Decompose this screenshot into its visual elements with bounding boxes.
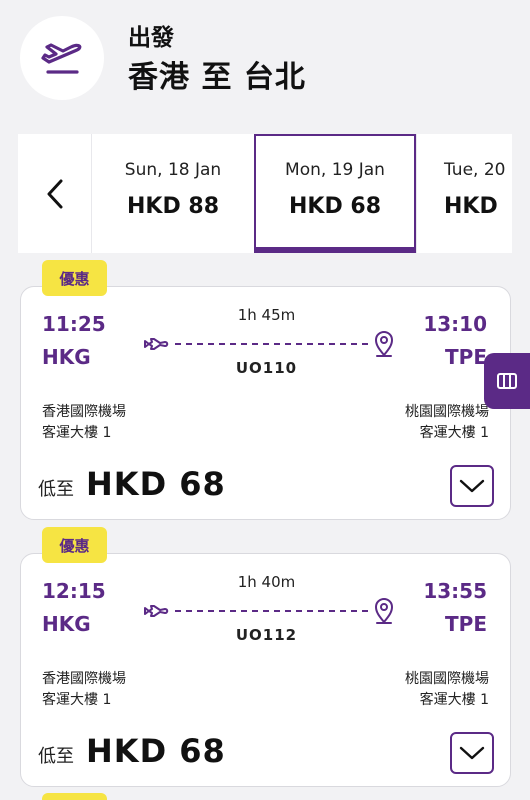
terminal: 客運大樓 1 <box>419 692 489 708</box>
flight-duration: 1h 45m <box>237 306 296 324</box>
route-line <box>144 330 393 357</box>
date-price: HKD <box>444 194 498 219</box>
previous-date-button[interactable] <box>18 134 92 253</box>
price-amount: HKD 68 <box>86 465 226 503</box>
flight-card[interactable]: 11:25 HKG 13:10 TPE 1h 45m UO110 香港國際機場 … <box>20 286 511 520</box>
date-option-tue-20[interactable]: Tue, 20 HKD <box>416 134 512 253</box>
location-pin-icon <box>374 597 393 624</box>
chevron-down-icon <box>459 746 485 760</box>
arrival-airport: 桃園國際機場 客運大樓 1 <box>405 669 489 711</box>
fare-price: 低至 HKD 68 <box>38 465 226 503</box>
flight-number: UO112 <box>235 626 298 644</box>
terminal: 客運大樓 1 <box>419 425 489 441</box>
route-title: 香港 至 台北 <box>128 60 306 95</box>
date-price: HKD 68 <box>289 194 381 219</box>
plane-departure-icon <box>20 16 104 100</box>
terminal: 客運大樓 1 <box>42 425 112 441</box>
date-label: Tue, 20 <box>444 160 506 180</box>
expand-button[interactable] <box>450 465 494 507</box>
airport-name: 香港國際機場 <box>42 671 126 687</box>
airport-name: 桃園國際機場 <box>405 404 489 420</box>
departure-airport: 香港國際機場 客運大樓 1 <box>42 669 126 711</box>
chevron-left-icon <box>47 179 62 208</box>
departure-airport: 香港國際機場 客運大樓 1 <box>42 402 126 444</box>
flight-number: UO110 <box>235 359 298 377</box>
chevron-down-icon <box>459 479 485 493</box>
date-option-sun-18-jan[interactable]: Sun, 18 Jan HKD 88 <box>92 134 254 253</box>
price-prefix: 低至 <box>38 746 74 767</box>
selected-indicator <box>254 247 416 253</box>
fare-price: 低至 HKD 68 <box>38 732 226 770</box>
date-price: HKD 88 <box>127 194 219 219</box>
plane-icon <box>144 338 169 350</box>
columns-icon <box>497 373 517 389</box>
flight-card[interactable]: 12:15 HKG 13:55 TPE 1h 40m UO112 香港國際機場 … <box>20 553 511 787</box>
page-header: 出發 香港 至 台北 <box>0 0 530 120</box>
promo-badge: 優惠 <box>42 260 107 296</box>
side-panel-tab[interactable] <box>484 353 530 409</box>
expand-button[interactable] <box>450 732 494 774</box>
route-line <box>144 597 393 624</box>
terminal: 客運大樓 1 <box>42 692 112 708</box>
plane-icon <box>144 605 169 617</box>
next-card-badge <box>42 793 107 800</box>
airport-name: 桃園國際機場 <box>405 671 489 687</box>
location-pin-icon <box>374 330 393 357</box>
arrival-airport: 桃園國際機場 客運大樓 1 <box>405 402 489 444</box>
departure-label: 出發 <box>128 25 174 51</box>
date-option-mon-19-jan[interactable]: Mon, 19 Jan HKD 68 <box>254 134 416 253</box>
date-selector: Sun, 18 Jan HKD 88 Mon, 19 Jan HKD 68 Tu… <box>18 134 512 253</box>
date-label: Sun, 18 Jan <box>124 160 222 180</box>
flight-duration: 1h 40m <box>237 573 296 591</box>
date-label: Mon, 19 Jan <box>285 160 385 180</box>
price-amount: HKD 68 <box>86 732 226 770</box>
price-prefix: 低至 <box>38 479 74 500</box>
airport-name: 香港國際機場 <box>42 404 126 420</box>
promo-badge: 優惠 <box>42 527 107 563</box>
